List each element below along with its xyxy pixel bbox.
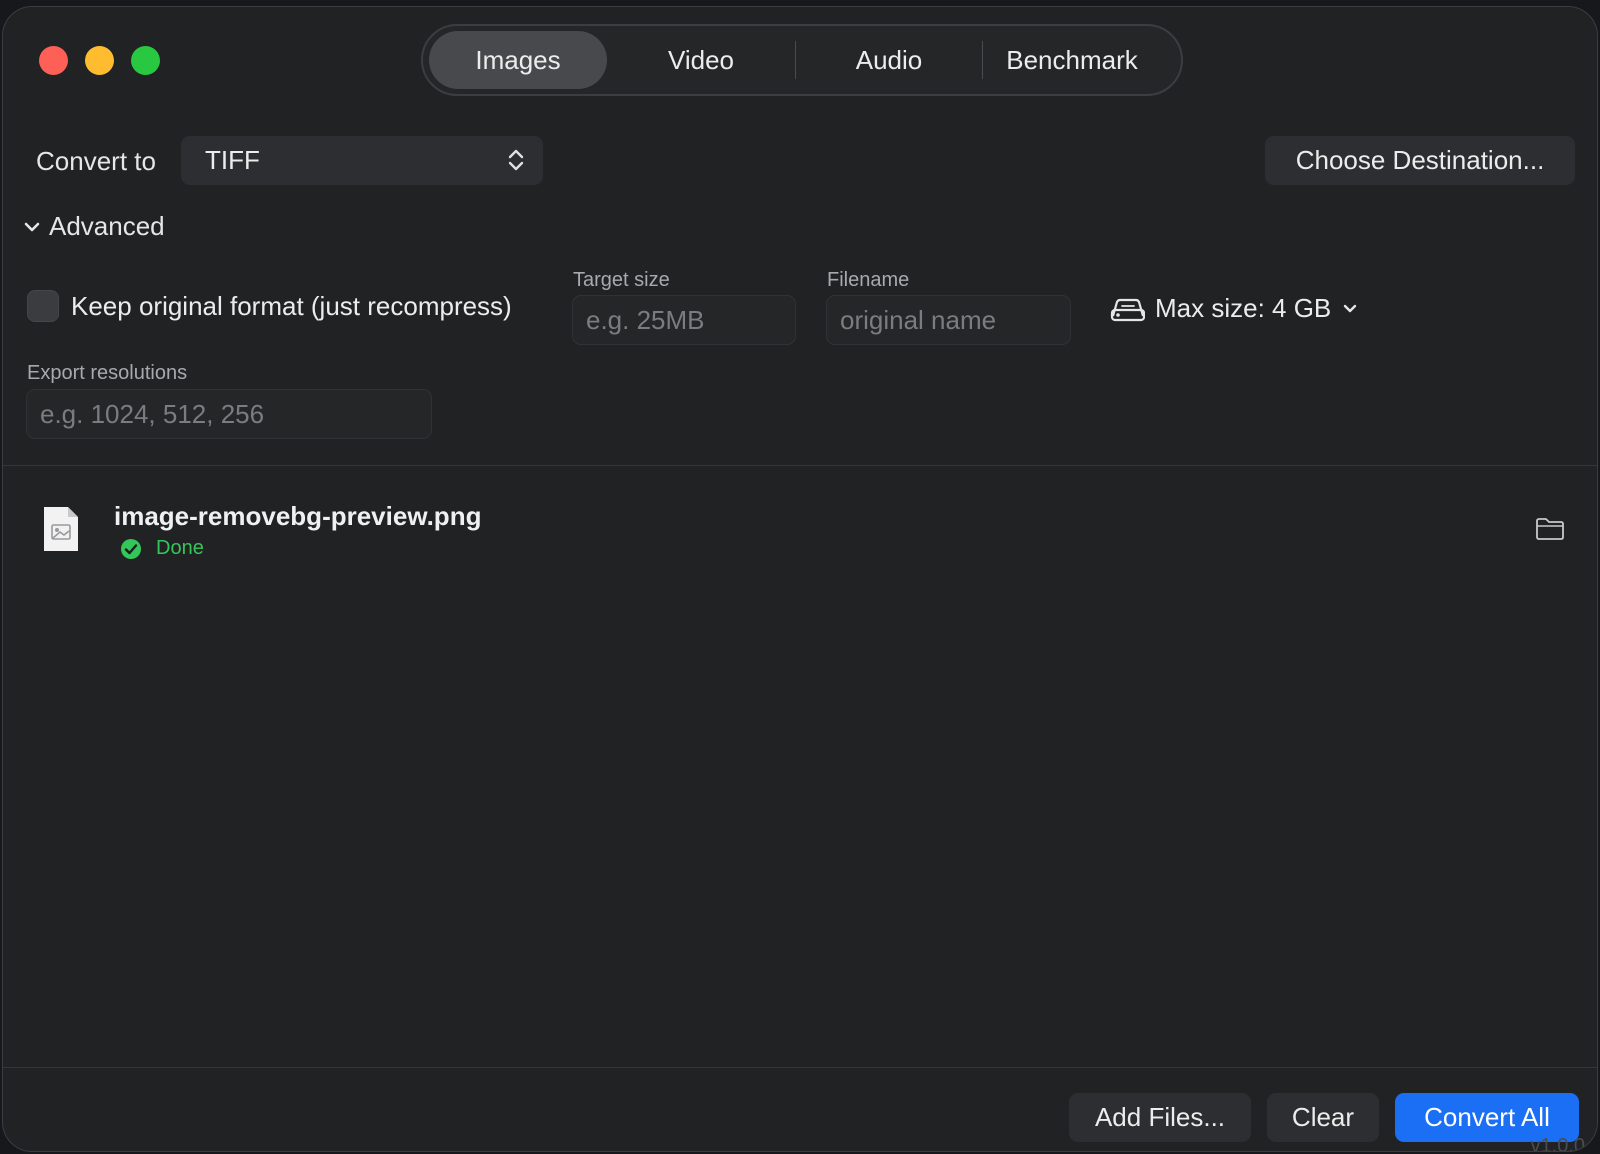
external-drive-icon <box>1110 298 1145 321</box>
convert-to-label: Convert to <box>36 146 156 176</box>
choose-destination-button[interactable]: Choose Destination... <box>1265 136 1575 185</box>
target-size-input[interactable] <box>572 295 796 345</box>
file-status: Done <box>120 537 204 560</box>
image-file-icon <box>44 507 78 551</box>
minimize-window-button[interactable] <box>85 46 114 75</box>
folder-icon[interactable] <box>1535 517 1565 541</box>
max-size-menu[interactable]: Max size: 4 GB <box>1109 293 1357 324</box>
zoom-window-button[interactable] <box>131 46 160 75</box>
keep-original-label: Keep original format (just recompress) <box>71 290 512 321</box>
chevron-down-icon <box>1344 304 1357 312</box>
up-down-chevron-icon <box>508 149 524 171</box>
tab-audio[interactable]: Audio <box>796 31 982 89</box>
file-name: image-removebg-preview.png <box>114 501 482 531</box>
app-window: Images Video Audio Benchmark Convert to … <box>2 6 1598 1152</box>
version-label: v1.0.0 <box>1530 1135 1585 1152</box>
format-select[interactable]: TIFF <box>181 136 543 185</box>
tab-benchmark[interactable]: Benchmark <box>983 31 1161 89</box>
filename-label: Filename <box>827 269 910 291</box>
target-size-label: Target size <box>573 269 670 291</box>
file-list-item: image-removebg-preview.png Done <box>3 497 1597 577</box>
filename-input[interactable] <box>826 295 1071 345</box>
advanced-label: Advanced <box>49 211 165 241</box>
clear-button[interactable]: Clear <box>1267 1093 1379 1142</box>
keep-original-checkbox[interactable] <box>27 290 59 322</box>
add-files-button[interactable]: Add Files... <box>1069 1093 1251 1142</box>
format-select-value: TIFF <box>205 145 260 175</box>
advanced-disclosure[interactable]: Advanced <box>23 211 165 242</box>
close-window-button[interactable] <box>39 46 68 75</box>
export-resolutions-label: Export resolutions <box>27 362 188 384</box>
checkmark-circle-icon <box>121 538 141 559</box>
file-status-text: Done <box>156 537 204 559</box>
chevron-down-icon <box>24 222 40 231</box>
keep-original-option[interactable]: Keep original format (just recompress) <box>27 290 512 322</box>
convert-row: Convert to TIFF Choose Destination... <box>3 136 1597 186</box>
mode-tab-bar: Images Video Audio Benchmark <box>421 24 1183 96</box>
traffic-lights <box>39 46 160 75</box>
section-divider <box>3 465 1597 466</box>
max-size-label: Max size: 4 GB <box>1155 293 1332 323</box>
tab-images[interactable]: Images <box>429 31 607 89</box>
export-resolutions-input[interactable] <box>26 389 432 439</box>
tab-video[interactable]: Video <box>607 31 795 89</box>
footer-divider <box>3 1067 1597 1068</box>
